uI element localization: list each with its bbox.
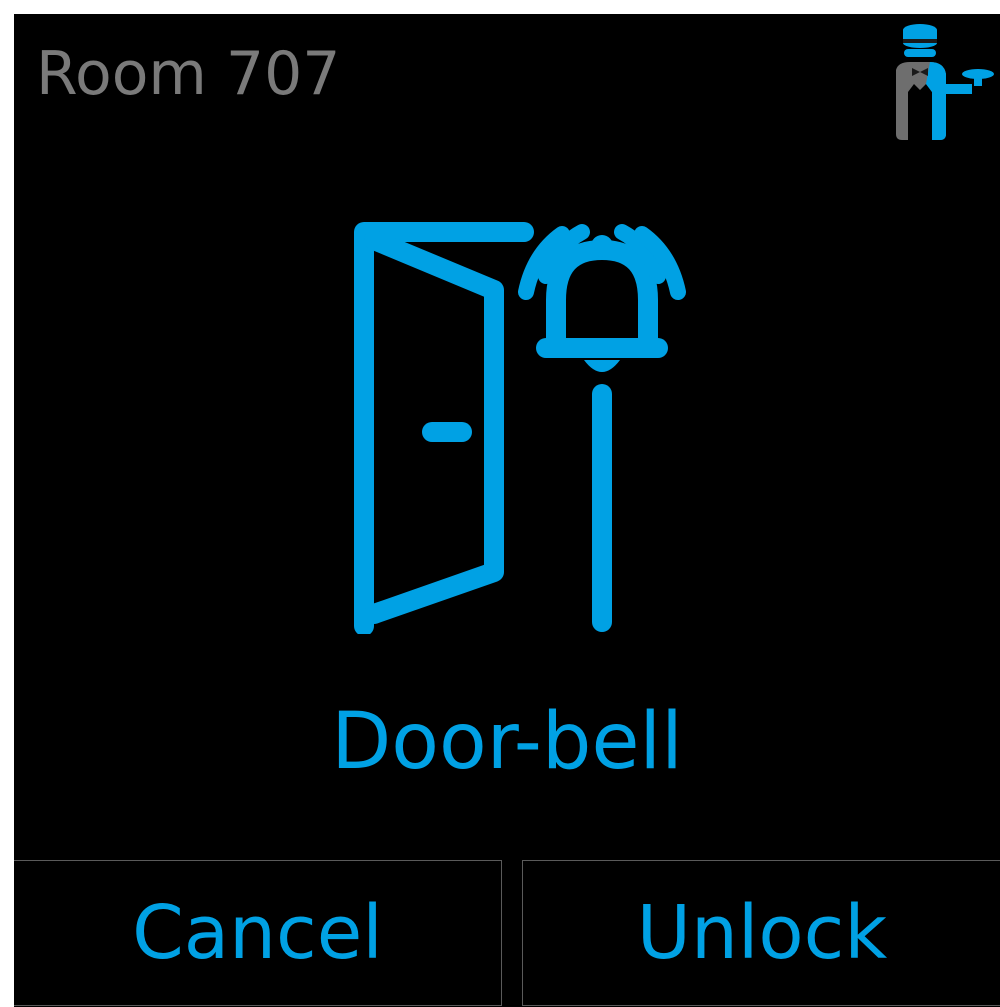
butler-icon bbox=[886, 22, 996, 147]
intercom-screen: Room 707 Door-bell Cancel Unlock bbox=[14, 14, 1000, 1007]
page-title: Room 707 bbox=[36, 39, 341, 109]
unlock-button[interactable]: Unlock bbox=[522, 860, 1000, 1006]
door-bell-icon bbox=[334, 204, 694, 636]
cancel-button[interactable]: Cancel bbox=[14, 860, 502, 1006]
event-label: Door-bell bbox=[331, 697, 683, 787]
